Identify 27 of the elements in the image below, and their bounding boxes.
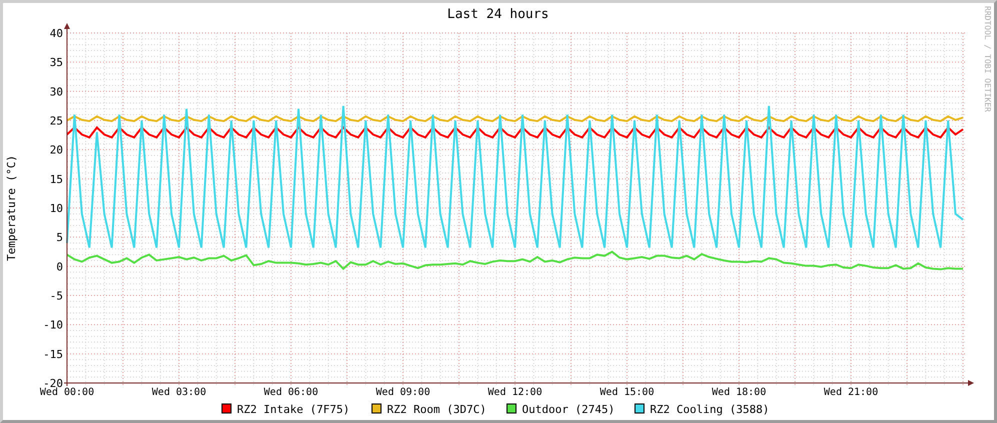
- y-tick-label: -15: [43, 348, 63, 361]
- y-tick-label: 25: [50, 114, 63, 128]
- legend-label: RZ2 Cooling (3588): [650, 403, 770, 416]
- y-tick-label: 5: [56, 231, 63, 244]
- y-tick-label: 20: [50, 144, 63, 157]
- y-tick-label: 40: [50, 27, 63, 40]
- y-tick-label: 35: [50, 56, 63, 70]
- legend-label: RZ2 Room (3D7C): [387, 403, 486, 416]
- legend-label: Outdoor (2745): [522, 403, 615, 416]
- y-tick-label: 10: [50, 202, 63, 215]
- x-tick-label: Wed 06:00: [264, 387, 318, 398]
- y-tick-label: 30: [50, 85, 63, 98]
- x-tick-label: Wed 03:00: [152, 387, 206, 398]
- x-tick-label: Wed 09:00: [376, 387, 430, 398]
- chart-title: Last 24 hours: [447, 7, 549, 22]
- y-tick-label: 0: [56, 260, 63, 274]
- y-tick-label: -10: [43, 318, 63, 332]
- y-tick-label: -5: [50, 290, 63, 302]
- x-tick-label: Wed 12:00: [488, 387, 542, 398]
- x-tick-label: Wed 21:00: [824, 387, 878, 398]
- legend-label: RZ2 Intake (7F75): [237, 403, 350, 416]
- y-tick-label: 15: [50, 172, 63, 186]
- y-axis-label: Temperature (°C): [5, 155, 18, 261]
- side-credit: RRDTOOL / TOBI OETIKER: [983, 6, 992, 112]
- x-tick-label: Wed 00:00: [40, 387, 94, 398]
- x-tick-label: Wed 15:00: [600, 387, 654, 398]
- x-tick-label: Wed 18:00: [712, 387, 766, 398]
